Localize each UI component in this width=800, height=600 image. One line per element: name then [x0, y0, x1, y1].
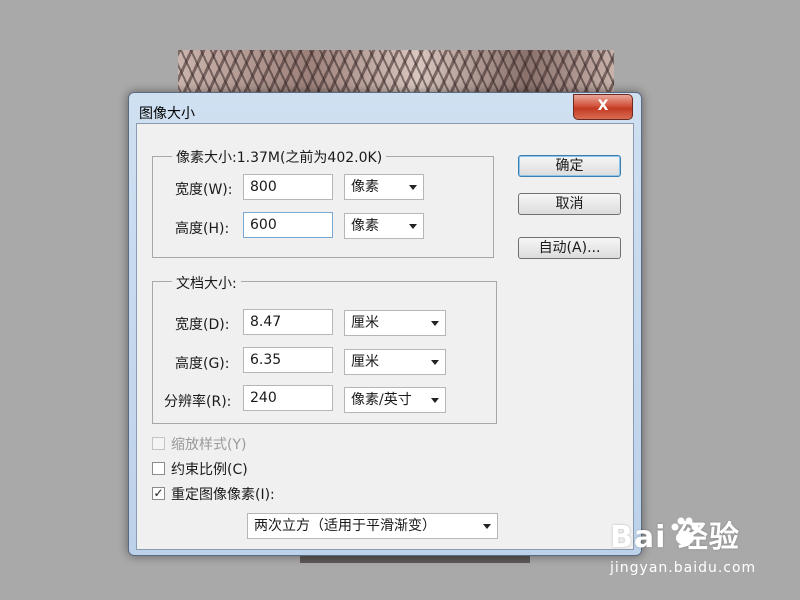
pixel-width-unit-select[interactable]: 像素 — [344, 174, 424, 200]
ok-button[interactable]: 确定 — [518, 155, 621, 177]
scale-styles-label: 缩放样式(Y) — [171, 437, 247, 453]
document-height-unit-value: 厘米 — [351, 354, 379, 370]
dialog-title: 图像大小 — [139, 106, 195, 122]
pixel-height-unit-select[interactable]: 像素 — [344, 213, 424, 239]
resample-label: 重定图像像素(I): — [171, 487, 275, 503]
image-size-dialog: 图像大小 X 像素大小:1.37M(之前为402.0K) 宽度(W): 800 … — [128, 92, 642, 556]
document-height-unit-select[interactable]: 厘米 — [344, 349, 446, 375]
pixel-width-unit-value: 像素 — [351, 179, 379, 195]
pixel-width-field[interactable]: 800 — [243, 174, 333, 200]
dialog-body: 像素大小:1.37M(之前为402.0K) 宽度(W): 800 像素 高度(H… — [136, 123, 634, 550]
document-width-unit-value: 厘米 — [351, 315, 379, 331]
document-width-label: 宽度(D): — [175, 317, 230, 333]
resolution-field[interactable]: 240 — [243, 385, 333, 411]
chevron-down-icon — [431, 321, 439, 326]
constrain-proportions-checkbox[interactable] — [152, 462, 165, 475]
paw-icon — [671, 517, 699, 545]
chevron-down-icon — [431, 398, 439, 403]
resample-method-value: 两次立方（适用于平滑渐变） — [254, 518, 436, 534]
close-icon: X — [597, 98, 609, 114]
baidu-jingyan-watermark: Bai 经验 jingyan.baidu.com — [610, 512, 790, 582]
pixel-width-label: 宽度(W): — [175, 182, 233, 198]
pixel-height-unit-value: 像素 — [351, 218, 379, 234]
chevron-down-icon — [409, 224, 417, 229]
resolution-unit-value: 像素/英寸 — [351, 392, 412, 408]
pixel-dimensions-legend: 像素大小:1.37M(之前为402.0K) — [172, 147, 387, 167]
cancel-button[interactable]: 取消 — [518, 193, 621, 215]
close-button[interactable]: X — [573, 94, 633, 120]
chevron-down-icon — [431, 360, 439, 365]
constrain-proportions-label: 约束比例(C) — [171, 462, 248, 478]
document-width-unit-select[interactable]: 厘米 — [344, 310, 446, 336]
resample-method-select[interactable]: 两次立方（适用于平滑渐变） — [247, 513, 498, 539]
document-height-field[interactable]: 6.35 — [243, 347, 333, 373]
resolution-label: 分辨率(R): — [164, 394, 232, 410]
auto-button[interactable]: 自动(A)... — [518, 237, 621, 259]
document-height-label: 高度(G): — [175, 356, 230, 372]
resample-checkbox[interactable]: ✓ — [152, 487, 165, 500]
document-size-legend: 文档大小: — [172, 273, 241, 293]
resolution-unit-select[interactable]: 像素/英寸 — [344, 387, 446, 413]
scale-styles-checkbox[interactable] — [152, 437, 165, 450]
pixel-height-field[interactable]: 600 — [243, 212, 333, 238]
pixel-dimensions-group — [152, 156, 494, 258]
watermark-url: jingyan.baidu.com — [610, 560, 757, 576]
checkmark-icon: ✓ — [153, 486, 164, 500]
pixel-height-label: 高度(H): — [175, 221, 230, 237]
chevron-down-icon — [409, 185, 417, 190]
chevron-down-icon — [483, 524, 491, 529]
document-width-field[interactable]: 8.47 — [243, 309, 333, 335]
